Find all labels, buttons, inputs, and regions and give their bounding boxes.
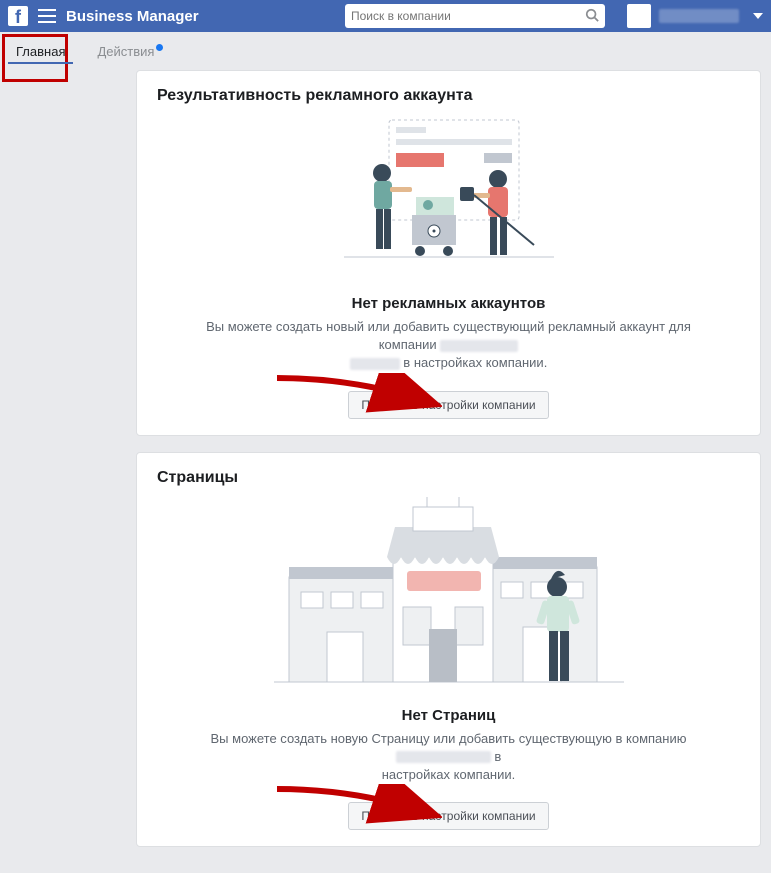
- empty-state-title: Нет Страниц: [157, 707, 740, 724]
- empty-state-description: Вы можете создать новый или добавить сущ…: [157, 318, 740, 373]
- tabs-row: Главная Действия: [0, 32, 771, 70]
- search-input[interactable]: [351, 9, 585, 23]
- empty-state-title: Нет рекламных аккаунтов: [157, 295, 740, 312]
- card-title: Страницы: [157, 469, 740, 487]
- empty-ad-account-illustration: [334, 115, 564, 285]
- card-pages: Страницы: [136, 452, 761, 848]
- desc-text: Вы можете создать новую Страницу или доб…: [211, 731, 687, 746]
- illustration-wrapper: [157, 497, 740, 697]
- facebook-logo-icon[interactable]: f: [8, 6, 28, 26]
- top-navbar: f Business Manager: [0, 0, 771, 32]
- desc-text: в настройках компании.: [403, 355, 547, 370]
- avatar: [627, 4, 651, 28]
- tab-actions[interactable]: Действия: [81, 32, 179, 70]
- app-title: Business Manager: [66, 8, 199, 25]
- company-name-redacted: [350, 358, 400, 370]
- company-name-redacted: [440, 340, 518, 352]
- desc-text: в: [494, 749, 501, 764]
- search-icon[interactable]: [585, 8, 599, 25]
- company-name-redacted: [396, 751, 491, 763]
- chevron-down-icon: [753, 13, 763, 19]
- card-ad-account-performance: Результативность рекламного аккаунта: [136, 70, 761, 436]
- main-content: Результативность рекламного аккаунта: [0, 70, 771, 873]
- tab-home[interactable]: Главная: [0, 32, 81, 70]
- button-row: Перейти в настройки компании: [157, 391, 740, 419]
- tab-label: Действия: [97, 44, 154, 59]
- button-row: Перейти в настройки компании: [157, 802, 740, 830]
- go-to-business-settings-button[interactable]: Перейти в настройки компании: [348, 802, 548, 830]
- tab-label: Главная: [16, 44, 65, 59]
- empty-state-description: Вы можете создать новую Страницу или доб…: [157, 730, 740, 785]
- illustration-wrapper: [157, 115, 740, 285]
- desc-text: настройках компании.: [382, 767, 516, 782]
- go-to-business-settings-button[interactable]: Перейти в настройки компании: [348, 391, 548, 419]
- empty-pages-illustration: [269, 497, 629, 697]
- notification-dot-icon: [156, 44, 163, 51]
- search-wrapper: [345, 4, 605, 28]
- hamburger-menu-icon[interactable]: [38, 9, 56, 23]
- user-menu[interactable]: [627, 4, 763, 28]
- card-title: Результативность рекламного аккаунта: [157, 87, 740, 105]
- user-name-redacted: [659, 9, 739, 23]
